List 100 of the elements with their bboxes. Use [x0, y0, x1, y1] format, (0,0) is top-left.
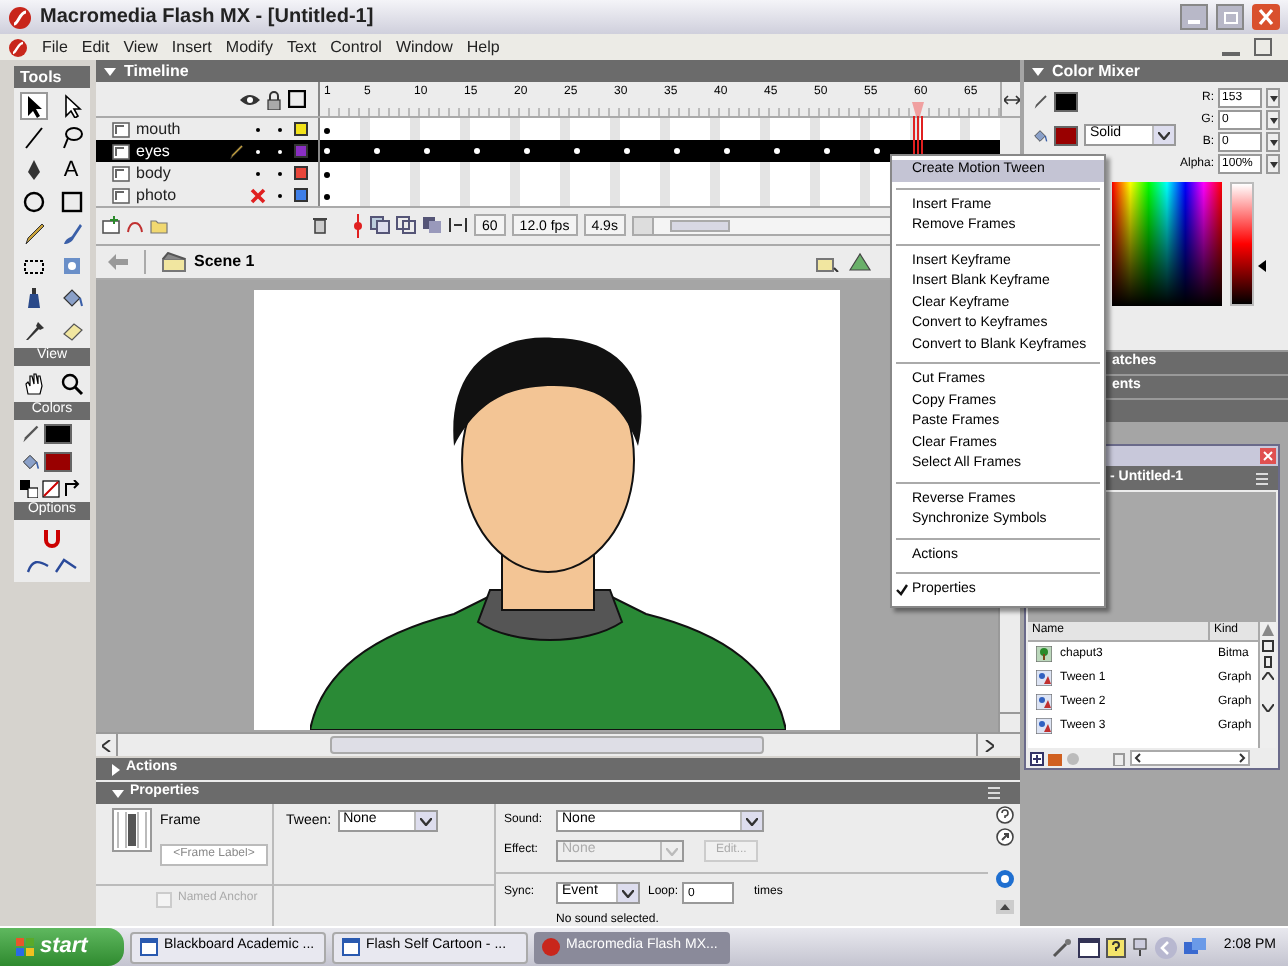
color-spectrum[interactable] — [1112, 182, 1222, 306]
magnet-icon[interactable] — [40, 526, 64, 550]
edit-symbol-icon[interactable] — [848, 252, 872, 272]
layer-row[interactable]: photo — [96, 184, 320, 206]
layer-color-swatch[interactable] — [294, 144, 308, 158]
tray-window-icon[interactable] — [1077, 937, 1100, 957]
lock-icon[interactable] — [266, 89, 282, 109]
tray-network-icon[interactable] — [1131, 937, 1148, 957]
center-frame-icon[interactable] — [1003, 93, 1019, 105]
tray-tool-icon[interactable] — [1051, 937, 1072, 957]
color-mixer-title[interactable]: Color Mixer — [1052, 63, 1141, 79]
timeline-title[interactable]: Timeline — [124, 63, 189, 79]
straighten-icon[interactable] — [54, 556, 78, 576]
help-icon[interactable] — [995, 806, 1013, 824]
layer-color-swatch[interactable] — [294, 122, 308, 136]
oval-icon[interactable] — [21, 190, 45, 214]
edit-multiple-frames-icon[interactable] — [422, 216, 442, 234]
library-scrollbar[interactable] — [1258, 622, 1276, 748]
layer-color-swatch[interactable] — [294, 188, 308, 202]
collapse-icon[interactable] — [995, 900, 1013, 914]
eye-icon[interactable] — [240, 91, 260, 107]
add-guide-layer-icon[interactable] — [126, 216, 144, 234]
fill-color-swatch[interactable] — [44, 452, 72, 472]
line-icon[interactable] — [21, 126, 45, 150]
text-tool-button[interactable]: A — [59, 158, 83, 182]
collapse-arrow-icon[interactable] — [1032, 67, 1044, 75]
insert-layer-icon[interactable] — [102, 216, 120, 234]
onion-skin-icon[interactable] — [370, 216, 390, 234]
tree-picture-icon — [1036, 646, 1052, 662]
fill-transform-icon[interactable] — [59, 254, 83, 278]
document-restore-button[interactable] — [1254, 38, 1272, 56]
onion-outline-icon[interactable] — [396, 216, 416, 234]
free-transform-icon[interactable] — [21, 254, 45, 278]
options-menu-icon[interactable] — [988, 786, 1004, 800]
expand-icon[interactable] — [995, 828, 1013, 846]
value-stepper[interactable] — [1266, 154, 1281, 174]
value-stepper[interactable] — [1266, 110, 1281, 130]
eyedropper-icon[interactable] — [21, 318, 45, 342]
new-symbol-icon[interactable] — [1030, 751, 1044, 765]
collapse-arrow-icon[interactable] — [112, 789, 124, 797]
value-stepper[interactable] — [1266, 132, 1281, 152]
no-color-icon[interactable] — [42, 480, 60, 498]
eraser-icon[interactable] — [59, 318, 83, 342]
scene-label[interactable]: Scene 1 — [194, 250, 808, 274]
stroke-color-swatch[interactable] — [1054, 92, 1078, 112]
pencil-icon[interactable] — [21, 222, 45, 246]
wide-view-icon — [1262, 640, 1274, 652]
library-horizontal-scrollbar[interactable] — [1130, 750, 1250, 766]
menu-item[interactable]: Window — [395, 35, 453, 59]
accessibility-icon[interactable] — [995, 870, 1013, 888]
lasso-icon[interactable] — [59, 126, 83, 150]
menu-item[interactable]: Text — [286, 35, 317, 59]
onion-markers-icon[interactable] — [448, 216, 468, 234]
swap-colors-icon[interactable] — [64, 480, 82, 498]
paint-bucket-icon[interactable] — [59, 286, 83, 310]
layer-name[interactable]: body — [136, 161, 244, 185]
close-icon[interactable] — [1260, 448, 1276, 464]
layer-name[interactable]: photo — [136, 183, 244, 207]
horizontal-scrollbar[interactable] — [96, 732, 1020, 756]
brush-icon[interactable] — [59, 222, 83, 246]
fill-color-swatch[interactable] — [1054, 125, 1078, 145]
dropdown-caret-icon — [1269, 139, 1278, 145]
trash-icon[interactable] — [312, 216, 328, 234]
stroke-color-swatch[interactable] — [44, 424, 72, 444]
layer-row[interactable]: eyes — [96, 140, 320, 162]
outline-icon[interactable] — [288, 90, 306, 108]
menu-item[interactable]: Help — [466, 35, 500, 59]
menu-item[interactable]: View — [123, 35, 158, 59]
expand-arrow-icon[interactable] — [112, 763, 120, 775]
slider-pointer-icon[interactable] — [1258, 260, 1266, 273]
hand-icon[interactable] — [21, 372, 45, 396]
scroll-thumb[interactable] — [330, 736, 764, 754]
menu-item[interactable]: Insert — [171, 35, 212, 59]
brightness-slider[interactable] — [1230, 182, 1266, 306]
smooth-icon[interactable] — [26, 556, 50, 576]
menu-item[interactable]: Control — [330, 35, 382, 59]
layer-name[interactable]: eyes — [136, 139, 222, 163]
layer-color-swatch[interactable] — [294, 166, 308, 180]
rectangle-icon[interactable] — [59, 190, 83, 214]
tray-monitors-icon[interactable] — [1183, 937, 1206, 957]
tray-help-icon[interactable] — [1105, 937, 1126, 957]
edit-scene-icon[interactable] — [816, 252, 840, 272]
value-stepper[interactable] — [1266, 88, 1281, 108]
layer-name[interactable]: mouth — [136, 117, 244, 141]
menu-item[interactable]: File — [42, 35, 68, 59]
minimize-button[interactable] — [1180, 4, 1208, 30]
subselect-arrow-icon[interactable] — [59, 94, 83, 118]
close-icon[interactable] — [1252, 4, 1280, 30]
menu-item[interactable]: Modify — [225, 35, 273, 59]
arrow-icon[interactable] — [21, 94, 45, 118]
layer-row[interactable]: body — [96, 162, 320, 184]
search-icon[interactable] — [59, 372, 83, 396]
center-playhead-icon[interactable] — [352, 213, 364, 237]
narrow-view-icon — [1262, 656, 1274, 668]
hidden-x-icon[interactable] — [250, 187, 266, 203]
restore-button[interactable] — [1216, 4, 1244, 30]
default-colors-icon[interactable] — [20, 480, 38, 498]
collapse-arrow-icon[interactable] — [104, 67, 116, 75]
menu-item[interactable]: Edit — [81, 35, 110, 59]
options-menu-icon[interactable] — [1256, 471, 1272, 485]
